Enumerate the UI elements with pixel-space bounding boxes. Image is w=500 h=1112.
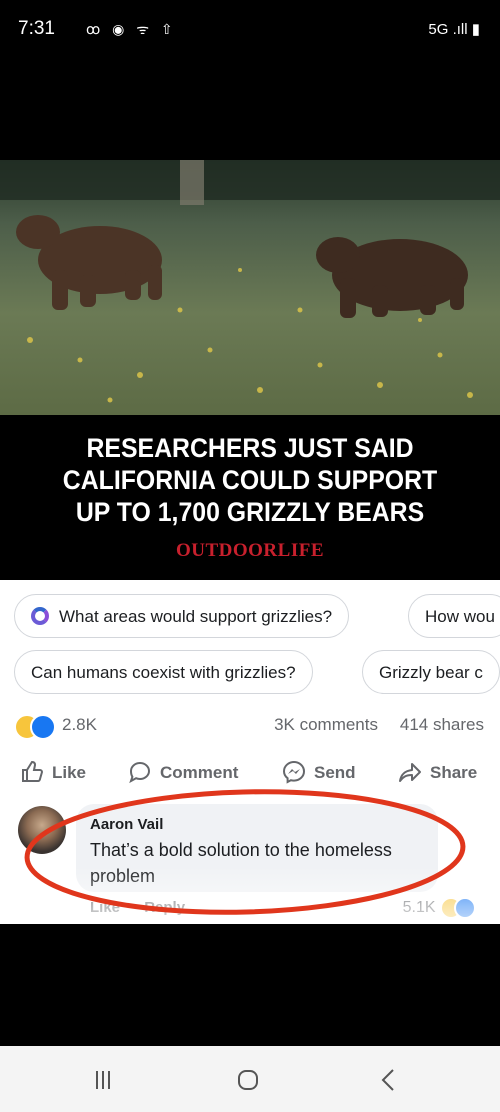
comment-bubble[interactable]: Aaron Vail That’s a bold solution to the… bbox=[76, 804, 438, 892]
send-button[interactable]: Send bbox=[282, 758, 356, 788]
suggestion-chip-label: Grizzly bear c bbox=[379, 663, 483, 682]
comment-icon bbox=[129, 761, 151, 783]
android-nav-bar bbox=[0, 1046, 500, 1112]
messenger-icon bbox=[282, 760, 306, 784]
like-label: Like bbox=[52, 763, 87, 782]
like-reaction-icon bbox=[30, 714, 56, 740]
like-reaction-icon bbox=[454, 897, 476, 919]
share-label: Share bbox=[430, 763, 478, 782]
share-count[interactable]: 414 shares bbox=[400, 715, 484, 735]
recent-apps-icon[interactable] bbox=[88, 1065, 118, 1095]
meta-ai-icon bbox=[31, 606, 49, 625]
comment-text: That’s a bold solution to the homeless p… bbox=[90, 840, 392, 886]
suggestion-chip[interactable]: Grizzly bear c bbox=[362, 650, 500, 694]
back-icon[interactable] bbox=[374, 1065, 404, 1095]
comment-like-button[interactable]: Like bbox=[90, 899, 120, 916]
comment-button[interactable]: Comment bbox=[128, 758, 238, 788]
like-button[interactable]: Like bbox=[20, 758, 86, 788]
comment-label: Comment bbox=[160, 763, 239, 782]
share-button[interactable]: Share bbox=[398, 758, 477, 788]
top-comment: Aaron Vail That’s a bold solution to the… bbox=[0, 802, 500, 924]
bears-photo-image bbox=[0, 160, 500, 415]
reaction-count[interactable]: 2.8K bbox=[62, 715, 97, 735]
outdoor-life-logo: OUTDOORLIFE bbox=[175, 540, 325, 561]
thumbs-up-icon bbox=[22, 760, 44, 782]
share-arrow-icon bbox=[399, 762, 421, 782]
comment-reaction-count: 5.1K bbox=[402, 899, 436, 917]
suggestion-chip[interactable]: What areas would support grizzlies? bbox=[14, 594, 350, 638]
suggestion-chip-label: What areas would support grizzlies? bbox=[59, 607, 333, 626]
article-headline: RESEARCHERS JUST SAID CALIFORNIA COULD S… bbox=[62, 433, 438, 527]
home-icon[interactable] bbox=[233, 1065, 263, 1095]
network-indicator: 5G .ıll ▮ bbox=[428, 21, 480, 38]
suggestion-chip[interactable]: How wou bbox=[408, 594, 500, 638]
post-actions: Like Comment Send Share bbox=[0, 758, 500, 788]
suggestion-chip-label: How wou bbox=[425, 607, 495, 626]
comment-author[interactable]: Aaron Vail bbox=[90, 816, 163, 833]
notification-icons: ꝏ ◉ ᯤ ⇧ bbox=[86, 21, 177, 37]
post-body: What areas would support grizzlies? How … bbox=[0, 580, 500, 924]
avatar[interactable] bbox=[18, 806, 66, 854]
suggestion-chip-label: Can humans coexist with grizzlies? bbox=[31, 663, 296, 682]
bears-photo[interactable] bbox=[0, 160, 500, 415]
reaction-icons[interactable] bbox=[14, 714, 58, 740]
comment-count[interactable]: 3K comments bbox=[274, 715, 378, 735]
comment-reply-button[interactable]: Reply bbox=[144, 899, 185, 916]
status-bar: 7:31 ꝏ ◉ ᯤ ⇧ 5G .ıll ▮ bbox=[0, 0, 500, 56]
comment-reactions[interactable]: 5.1K bbox=[403, 897, 476, 919]
clock: 7:31 bbox=[18, 18, 55, 39]
send-label: Send bbox=[314, 763, 356, 782]
suggestion-chip[interactable]: Can humans coexist with grizzlies? bbox=[14, 650, 313, 694]
post-stats: 2.8K 3K comments 414 shares bbox=[0, 714, 500, 740]
comment-actions: Like Reply bbox=[90, 899, 205, 916]
